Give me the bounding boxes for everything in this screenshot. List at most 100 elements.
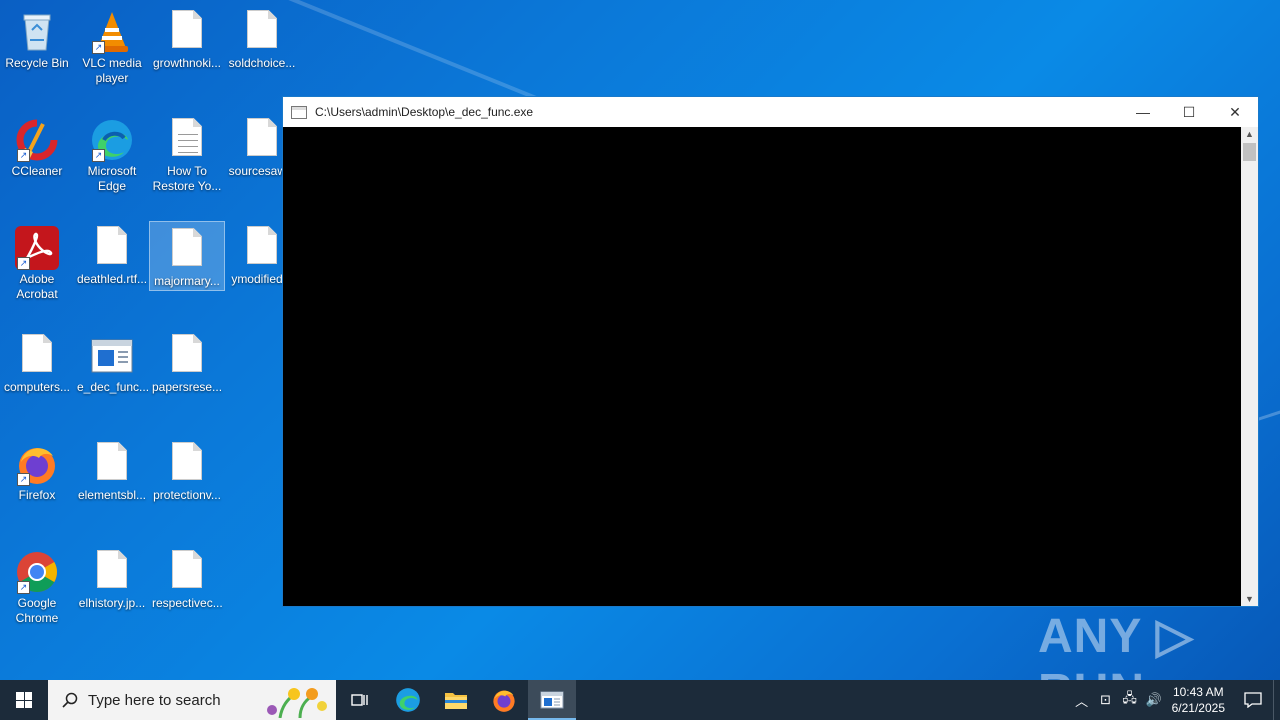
desktop-icon-growthnoki[interactable]: growthnoki... <box>150 4 224 71</box>
adobe-acrobat-icon: ↗ <box>15 226 59 270</box>
desktop-icon-protectionv[interactable]: protectionv... <box>150 436 224 503</box>
desktop-icon-elhistory[interactable]: elhistory.jp... <box>75 544 149 611</box>
icon-label: majormary... <box>154 274 220 288</box>
console-app-icon <box>540 691 564 709</box>
system-tray: ︿ ⊡ 🖧 🔊 10:43 AM 6/21/2025 <box>1070 680 1280 720</box>
desktop-icon-adobe-acrobat[interactable]: ↗ Adobe Acrobat <box>0 220 74 302</box>
ccleaner-icon: ↗ <box>15 118 59 162</box>
desktop-icon-majormary[interactable]: majormary... <box>149 221 225 291</box>
file-explorer-icon <box>445 693 467 709</box>
icon-label: Firefox <box>18 488 56 502</box>
icon-label: papersrese... <box>152 380 223 394</box>
edge-icon <box>396 688 420 712</box>
icon-label: How To Restore Yo... <box>152 164 222 193</box>
icon-label: VLC media player <box>82 56 142 85</box>
document-icon <box>90 442 134 486</box>
text-document-icon <box>165 118 209 162</box>
taskbar-search-box[interactable]: Type here to search <box>48 680 336 720</box>
chrome-icon: ↗ <box>15 550 59 594</box>
desktop-icon-e-dec-func[interactable]: e_dec_func... <box>75 328 149 395</box>
vlc-icon: ↗ <box>90 10 134 54</box>
minimize-button[interactable]: — <box>1120 97 1166 127</box>
taskbar-firefox-button[interactable] <box>480 680 528 720</box>
firefox-icon: ↗ <box>15 442 59 486</box>
edge-icon: ↗ <box>90 118 134 162</box>
desktop-icon-firefox[interactable]: ↗ Firefox <box>0 436 74 503</box>
icon-label: growthnoki... <box>152 56 222 70</box>
document-icon <box>90 550 134 594</box>
icon-label: deathled.rtf... <box>77 272 148 286</box>
taskbar-file-explorer-button[interactable] <box>432 680 480 720</box>
console-output-area[interactable] <box>283 127 1241 606</box>
recycle-bin-icon <box>15 10 59 54</box>
desktop-icon-google-chrome[interactable]: ↗ Google Chrome <box>0 544 74 626</box>
shortcut-arrow-icon: ↗ <box>17 581 30 594</box>
taskbar-edge-button[interactable] <box>384 680 432 720</box>
document-icon <box>165 442 209 486</box>
scrollbar-thumb[interactable] <box>1243 143 1256 161</box>
vertical-scrollbar[interactable]: ▲ ▼ <box>1241 127 1258 606</box>
desktop-icon-vlc[interactable]: ↗ VLC media player <box>75 4 149 86</box>
icon-label: e_dec_func... <box>77 380 150 394</box>
icon-label: Microsoft Edge <box>87 164 137 193</box>
flowers-decoration-icon <box>267 688 327 718</box>
desktop-icon-ccleaner[interactable]: ↗ CCleaner <box>0 112 74 179</box>
desktop-icon-computers[interactable]: computers... <box>0 328 74 395</box>
window-title: C:\Users\admin\Desktop\e_dec_func.exe <box>315 105 534 119</box>
scroll-down-arrow-icon[interactable]: ▼ <box>1241 592 1258 606</box>
desktop-icon-deathled[interactable]: deathled.rtf... <box>75 220 149 287</box>
desktop-icon-microsoft-edge[interactable]: ↗ Microsoft Edge <box>75 112 149 194</box>
show-hidden-icons-chevron-icon[interactable]: ︿ <box>1070 691 1094 710</box>
maximize-button[interactable]: ☐ <box>1166 97 1212 127</box>
task-view-button[interactable] <box>336 680 384 720</box>
clock-time: 10:43 AM <box>1172 685 1224 699</box>
windows-logo-icon <box>16 692 32 708</box>
notification-icon <box>1244 692 1262 708</box>
document-icon <box>165 228 209 272</box>
action-center-button[interactable] <box>1233 680 1273 720</box>
icon-label: protectionv... <box>153 488 221 502</box>
clock-date: 6/21/2025 <box>1171 701 1225 715</box>
console-window[interactable]: C:\Users\admin\Desktop\e_dec_func.exe — … <box>282 96 1259 607</box>
icon-label: computers... <box>3 380 71 394</box>
search-placeholder: Type here to search <box>88 691 221 709</box>
volume-icon[interactable]: 🔊 <box>1142 692 1166 708</box>
show-desktop-button[interactable] <box>1273 680 1280 720</box>
document-icon <box>165 334 209 378</box>
document-icon <box>240 10 284 54</box>
task-view-icon <box>351 694 368 706</box>
document-icon <box>240 226 284 270</box>
document-icon <box>165 10 209 54</box>
scroll-up-arrow-icon[interactable]: ▲ <box>1241 127 1258 141</box>
close-button[interactable]: ✕ <box>1212 97 1258 127</box>
desktop-icon-how-to-restore[interactable]: How To Restore Yo... <box>150 112 224 194</box>
start-button[interactable] <box>0 680 48 720</box>
taskbar-console-button[interactable] <box>528 680 576 720</box>
firefox-icon <box>493 690 515 712</box>
icon-label: Adobe Acrobat <box>16 272 58 301</box>
shortcut-arrow-icon: ↗ <box>92 149 105 162</box>
taskbar: Type here to search ︿ ⊡ 🖧 🔊 10:43 AM 6/2… <box>0 680 1280 720</box>
document-icon <box>240 118 284 162</box>
desktop-icon-elementsbl[interactable]: elementsbl... <box>75 436 149 503</box>
shortcut-arrow-icon: ↗ <box>92 41 105 54</box>
icon-label: elhistory.jp... <box>78 596 146 610</box>
desktop-icon-soldchoice[interactable]: soldchoice... <box>225 4 299 71</box>
shortcut-arrow-icon: ↗ <box>17 473 30 486</box>
desktop-icon-respectivec[interactable]: respectivec... <box>150 544 224 611</box>
network-monitor-icon[interactable]: ⊡ <box>1094 692 1118 708</box>
document-icon <box>90 226 134 270</box>
shortcut-arrow-icon: ↗ <box>17 149 30 162</box>
icon-label: respectivec... <box>152 596 223 610</box>
icon-label: Google Chrome <box>15 596 59 625</box>
window-titlebar[interactable]: C:\Users\admin\Desktop\e_dec_func.exe — … <box>283 97 1258 127</box>
network-icon[interactable]: 🖧 <box>1118 689 1142 711</box>
document-icon <box>15 334 59 378</box>
search-icon <box>62 692 78 708</box>
icon-label: soldchoice... <box>228 56 296 70</box>
application-icon <box>90 334 134 378</box>
desktop-icon-recycle-bin[interactable]: Recycle Bin <box>0 4 74 71</box>
taskbar-clock[interactable]: 10:43 AM 6/21/2025 <box>1172 684 1225 716</box>
desktop-icon-papersrese[interactable]: papersrese... <box>150 328 224 395</box>
shortcut-arrow-icon: ↗ <box>17 257 30 270</box>
